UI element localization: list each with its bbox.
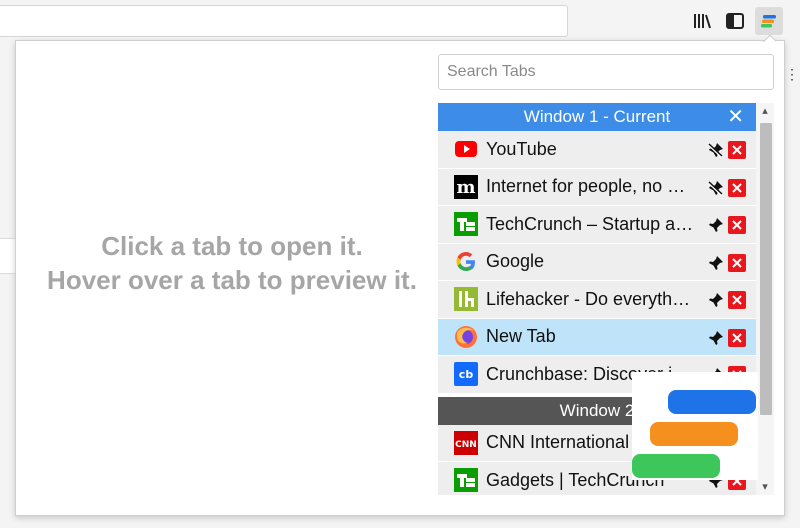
search-tabs-input[interactable] (438, 54, 774, 90)
close-tab-icon[interactable] (728, 141, 746, 159)
cnn-icon: CNN (454, 430, 478, 455)
techcrunch-icon (454, 212, 478, 237)
library-icon[interactable] (690, 9, 714, 33)
close-tab-icon[interactable] (728, 253, 746, 272)
scrollbar-thumb[interactable] (760, 123, 772, 415)
window-header-label: Window 1 - Current (523, 107, 671, 126)
close-window-icon[interactable]: ✕ (727, 105, 744, 129)
close-tab-icon[interactable] (728, 216, 746, 234)
unpin-icon[interactable] (708, 142, 724, 158)
tab-title: Internet for people, no profit — Mozilla (486, 176, 694, 197)
url-bar[interactable] (0, 5, 568, 37)
close-tab-icon[interactable] (728, 178, 746, 197)
tab-title: TechCrunch – Startup and Technology News (486, 213, 694, 234)
scrollbar[interactable]: ▴ ▾ (756, 103, 774, 495)
tab-row[interactable]: m Internet for people, no profit — Mozill… (438, 168, 756, 206)
firefox-icon (454, 325, 478, 349)
close-tab-icon[interactable] (728, 328, 746, 347)
window-header-label: Window 2 (559, 400, 635, 420)
scroll-down-icon[interactable]: ▾ (759, 481, 771, 493)
mozilla-icon: m (454, 174, 478, 199)
techcrunch-icon (454, 468, 478, 493)
sidebar-icon[interactable] (723, 9, 747, 33)
popup-arrow (762, 35, 776, 42)
tab-row[interactable]: TechCrunch – Startup and Technology News (438, 206, 756, 244)
scroll-up-icon[interactable]: ▴ (759, 105, 771, 117)
svg-text:m: m (456, 177, 475, 198)
pin-icon[interactable] (708, 217, 724, 233)
unpin-icon[interactable] (708, 180, 724, 196)
pin-icon[interactable] (708, 292, 724, 308)
tab-title: Google (486, 251, 545, 272)
tab-manager-logo (632, 372, 758, 480)
tab-title: YouTube (486, 138, 557, 159)
google-icon (454, 250, 478, 274)
pin-icon[interactable] (708, 330, 724, 346)
logo-bar-orange (650, 422, 738, 446)
tab-row[interactable]: YouTube (438, 131, 756, 169)
tab-row[interactable]: Lifehacker - Do everything better (438, 281, 756, 319)
tab-row[interactable]: New Tab (438, 318, 756, 356)
lifehacker-icon (454, 287, 478, 312)
page-background-element (0, 238, 15, 274)
overflow-menu-icon[interactable]: ⋮ (785, 66, 799, 83)
hint-line-2: Hover over a tab to preview it. (47, 265, 417, 295)
pin-icon[interactable] (708, 255, 724, 271)
hint-line-1: Click a tab to open it. (101, 231, 363, 261)
tab-row[interactable]: Google (438, 243, 756, 281)
preview-hint: Click a tab to open it. Hover over a tab… (32, 229, 432, 297)
window-header-1[interactable]: Window 1 - Current ✕ (438, 103, 756, 131)
logo-bar-blue (668, 390, 756, 414)
svg-text:cb: cb (459, 368, 474, 381)
youtube-icon (454, 137, 478, 161)
close-tab-icon[interactable] (728, 291, 746, 309)
tab-title: New Tab (486, 326, 556, 347)
logo-bar-green (632, 454, 720, 478)
tab-title: Lifehacker - Do everything better (486, 288, 694, 309)
tab-manager-icon[interactable] (755, 7, 783, 35)
svg-text:CNN: CNN (455, 440, 477, 450)
crunchbase-icon: cb (454, 362, 478, 387)
